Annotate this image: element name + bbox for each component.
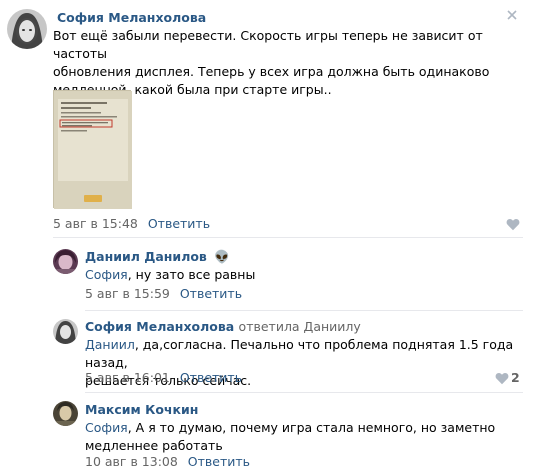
- comment-4: Максим Кочкин София, А я то думаю, почем…: [0, 393, 547, 472]
- like-icon[interactable]: [506, 218, 520, 231]
- comment-date[interactable]: 5 авг в 15:48: [53, 216, 138, 231]
- reply-button[interactable]: Ответить: [180, 286, 242, 301]
- comment-date[interactable]: 10 авг в 13:08: [85, 454, 178, 469]
- attached-image[interactable]: [53, 90, 132, 209]
- comment-text-line: София, А я то думаю, почему игра стала н…: [85, 419, 525, 437]
- comment-2: Даниил Данилов 👽 София, ну зато все равн…: [0, 238, 547, 302]
- comment-text-body: , А я то думаю, почему игра стала немног…: [127, 420, 496, 435]
- comment-meta: 5 авг в 15:48 Ответить: [53, 216, 210, 231]
- comment-text: Вот ещё забыли перевести. Скорость игры …: [53, 27, 533, 99]
- avatar[interactable]: [53, 401, 78, 426]
- avatar[interactable]: [7, 9, 47, 49]
- like-count[interactable]: 2: [511, 370, 520, 385]
- comment-meta: 5 авг в 15:59 Ответить: [85, 286, 242, 301]
- comment-meta: 5 авг в 16:01 Ответить: [85, 370, 242, 385]
- comment-text-line: Вот ещё забыли перевести. Скорость игры …: [53, 28, 483, 61]
- comment-text-line: медленнее работать: [85, 438, 223, 453]
- author-name[interactable]: Даниил Данилов: [85, 249, 207, 264]
- comment-author[interactable]: София Меланхолова ответила Даниилу: [85, 319, 361, 334]
- comment-author[interactable]: Максим Кочкин: [85, 402, 198, 417]
- comment-text-line: Даниил, да,согласна. Печально что пробле…: [85, 336, 525, 372]
- avatar[interactable]: [53, 319, 78, 344]
- comment-text: София, ну зато все равны: [85, 266, 255, 284]
- mention-link[interactable]: София: [85, 420, 128, 435]
- reply-button[interactable]: Ответить: [180, 370, 242, 385]
- comment-date[interactable]: 5 авг в 16:01: [85, 370, 170, 385]
- reply-button[interactable]: Ответить: [148, 216, 210, 231]
- comment-meta: 10 авг в 13:08 Ответить: [85, 454, 250, 469]
- comment-3: София Меланхолова ответила Даниилу Дании…: [0, 311, 547, 393]
- like-icon[interactable]: [495, 372, 509, 385]
- comment-text: София, А я то думаю, почему игра стала н…: [85, 419, 525, 455]
- replied-to-link[interactable]: ответила Даниилу: [239, 319, 361, 334]
- comment-text-body: , ну зато все равны: [127, 267, 256, 282]
- mention-link[interactable]: София: [85, 267, 128, 282]
- comment-1: София Меланхолова Вот ещё забыли перевес…: [0, 0, 547, 236]
- avatar[interactable]: [53, 249, 78, 274]
- comment-author[interactable]: София Меланхолова: [57, 10, 206, 25]
- close-icon[interactable]: [506, 9, 518, 21]
- comment-date[interactable]: 5 авг в 15:59: [85, 286, 170, 301]
- comment-text-body: , да,согласна. Печально что проблема под…: [85, 337, 514, 370]
- alien-emoji-icon: 👽: [214, 249, 230, 264]
- comment-author[interactable]: Даниил Данилов 👽: [85, 249, 230, 265]
- mention-link[interactable]: Даниил: [85, 337, 135, 352]
- reply-button[interactable]: Ответить: [188, 454, 250, 469]
- author-name[interactable]: София Меланхолова: [85, 319, 234, 334]
- comment-text-line: обновления дисплея. Теперь у всех игра д…: [53, 64, 490, 79]
